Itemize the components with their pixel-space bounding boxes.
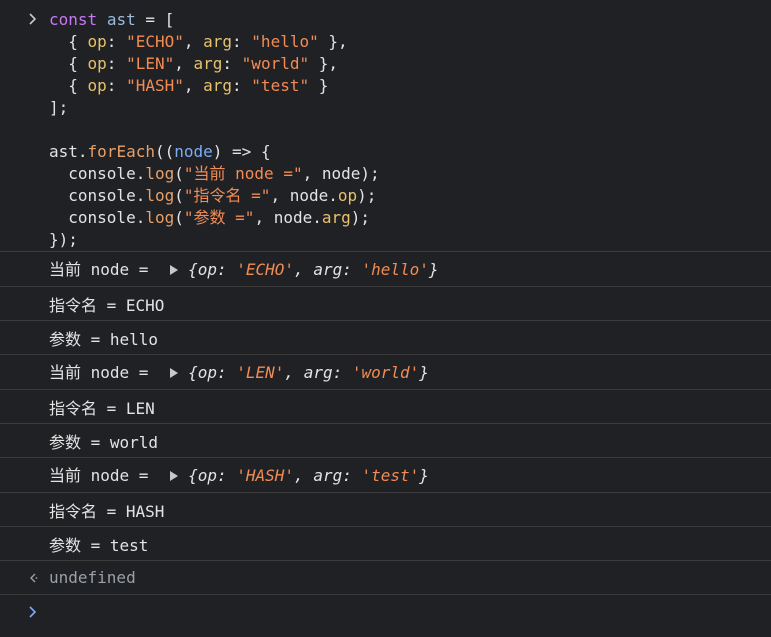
log-entry-text: 指令名 = LEN bbox=[0, 390, 771, 424]
code-line-3: { op: "LEN", arg: "world" }, bbox=[49, 54, 339, 73]
code-line-2: { op: "ECHO", arg: "hello" }, bbox=[49, 32, 348, 51]
object-preview[interactable]: {op: 'HASH', arg: 'test'} bbox=[166, 466, 429, 485]
code-line-10: console.log("参数 =", node.arg); bbox=[68, 208, 371, 227]
devtools-console: const ast = [ { op: "ECHO", arg: "hello"… bbox=[0, 0, 771, 637]
code-line-8: console.log("当前 node =", node); bbox=[68, 164, 380, 183]
key-op: op bbox=[87, 54, 107, 73]
string-value: "test" bbox=[251, 76, 310, 95]
close-array: ]; bbox=[49, 98, 69, 117]
log-entry-text: 指令名 = HASH bbox=[0, 493, 771, 527]
variable-ast: ast bbox=[106, 10, 136, 29]
object-op-value: 'LEN' bbox=[236, 363, 285, 382]
method-foreach: forEach bbox=[87, 142, 155, 161]
key-op: op bbox=[87, 76, 107, 95]
chevron-right-icon bbox=[29, 13, 37, 25]
method-log: log bbox=[145, 208, 175, 227]
method-log: log bbox=[145, 186, 175, 205]
log-text: 参数 = test bbox=[49, 535, 149, 555]
console-ref: console bbox=[68, 208, 136, 227]
key-op: op bbox=[87, 32, 107, 51]
prop-op: op bbox=[337, 186, 358, 205]
string-literal: "参数 =" bbox=[183, 208, 255, 227]
log-entry-text: 参数 = hello bbox=[0, 321, 771, 355]
object-op-value: 'ECHO' bbox=[236, 260, 295, 279]
object-arg-value: 'hello' bbox=[361, 260, 429, 279]
string-value: "world" bbox=[241, 54, 310, 73]
node-ref: node bbox=[321, 164, 361, 183]
object-preview[interactable]: {op: 'LEN', arg: 'world'} bbox=[166, 363, 429, 382]
string-literal: "当前 node =" bbox=[183, 164, 303, 183]
triangle-right-icon[interactable] bbox=[170, 367, 179, 378]
console-ref: console bbox=[68, 164, 136, 183]
object-text: {op: 'ECHO', arg: 'hello'} bbox=[188, 260, 439, 279]
object-text: {op: 'LEN', arg: 'world'} bbox=[188, 363, 429, 382]
triangle-right-icon[interactable] bbox=[170, 264, 179, 275]
console-prompt[interactable] bbox=[0, 595, 771, 625]
node-ref: node bbox=[273, 208, 313, 227]
log-entry-object: 当前 node = {op: 'HASH', arg: 'test'} bbox=[0, 458, 771, 493]
log-label: 当前 node = bbox=[49, 260, 159, 279]
key-arg: arg bbox=[203, 32, 233, 51]
object-arg-value: 'world' bbox=[351, 363, 420, 382]
log-text: 指令名 = LEN bbox=[49, 398, 155, 418]
console-ref: console bbox=[68, 186, 136, 205]
code-line-5: ]; bbox=[49, 97, 771, 119]
string-value: "LEN" bbox=[126, 54, 175, 73]
code-line-11: }); bbox=[49, 229, 771, 251]
log-label: 当前 node = bbox=[49, 363, 159, 382]
string-value: "HASH" bbox=[126, 76, 184, 95]
console-input-entry: const ast = [ { op: "ECHO", arg: "hello"… bbox=[0, 0, 771, 252]
log-text: 指令名 = ECHO bbox=[49, 295, 165, 315]
method-log: log bbox=[145, 164, 175, 183]
log-text: 参数 = world bbox=[49, 432, 159, 452]
chevron-right-icon bbox=[29, 606, 37, 618]
log-entry-text: 参数 = test bbox=[0, 527, 771, 561]
key-arg: arg bbox=[193, 54, 223, 73]
log-entry-object: 当前 node = {op: 'LEN', arg: 'world'} bbox=[0, 355, 771, 390]
return-arrow-icon bbox=[30, 573, 38, 583]
string-literal: "指令名 =" bbox=[183, 186, 271, 205]
console-result-entry: undefined bbox=[0, 561, 771, 595]
assign-open: = [ bbox=[135, 10, 175, 29]
arrow: ) => { bbox=[212, 142, 271, 161]
close-fn: }); bbox=[49, 230, 78, 249]
code-line-7: ast.forEach((node) => { bbox=[49, 142, 271, 161]
keyword-const: const bbox=[49, 10, 98, 29]
object-text: {op: 'HASH', arg: 'test'} bbox=[188, 466, 429, 485]
code-line-1: const ast = [ bbox=[49, 9, 771, 31]
node-ref: node bbox=[289, 186, 329, 205]
log-entry-object: 当前 node = {op: 'ECHO', arg: 'hello'} bbox=[0, 252, 771, 287]
key-arg: arg bbox=[203, 76, 233, 95]
code-line-4: { op: "HASH", arg: "test" } bbox=[49, 76, 329, 95]
string-value: "hello" bbox=[251, 32, 319, 51]
ast-ref: ast bbox=[49, 142, 78, 161]
result-value: undefined bbox=[49, 568, 136, 587]
object-op-value: 'HASH' bbox=[236, 466, 295, 485]
prop-arg: arg bbox=[321, 208, 351, 227]
log-entry-text: 指令名 = ECHO bbox=[0, 287, 771, 321]
param-node: node bbox=[174, 142, 213, 161]
triangle-right-icon[interactable] bbox=[170, 470, 179, 481]
code-line-9: console.log("指令名 =", node.op); bbox=[68, 186, 377, 205]
log-label: 当前 node = bbox=[49, 466, 159, 485]
object-arg-value: 'test' bbox=[361, 466, 420, 485]
object-preview[interactable]: {op: 'ECHO', arg: 'hello'} bbox=[166, 260, 439, 279]
log-text: 参数 = hello bbox=[49, 329, 159, 349]
log-text: 指令名 = HASH bbox=[49, 501, 165, 521]
string-value: "ECHO" bbox=[126, 32, 184, 51]
log-entry-text: 参数 = world bbox=[0, 424, 771, 458]
